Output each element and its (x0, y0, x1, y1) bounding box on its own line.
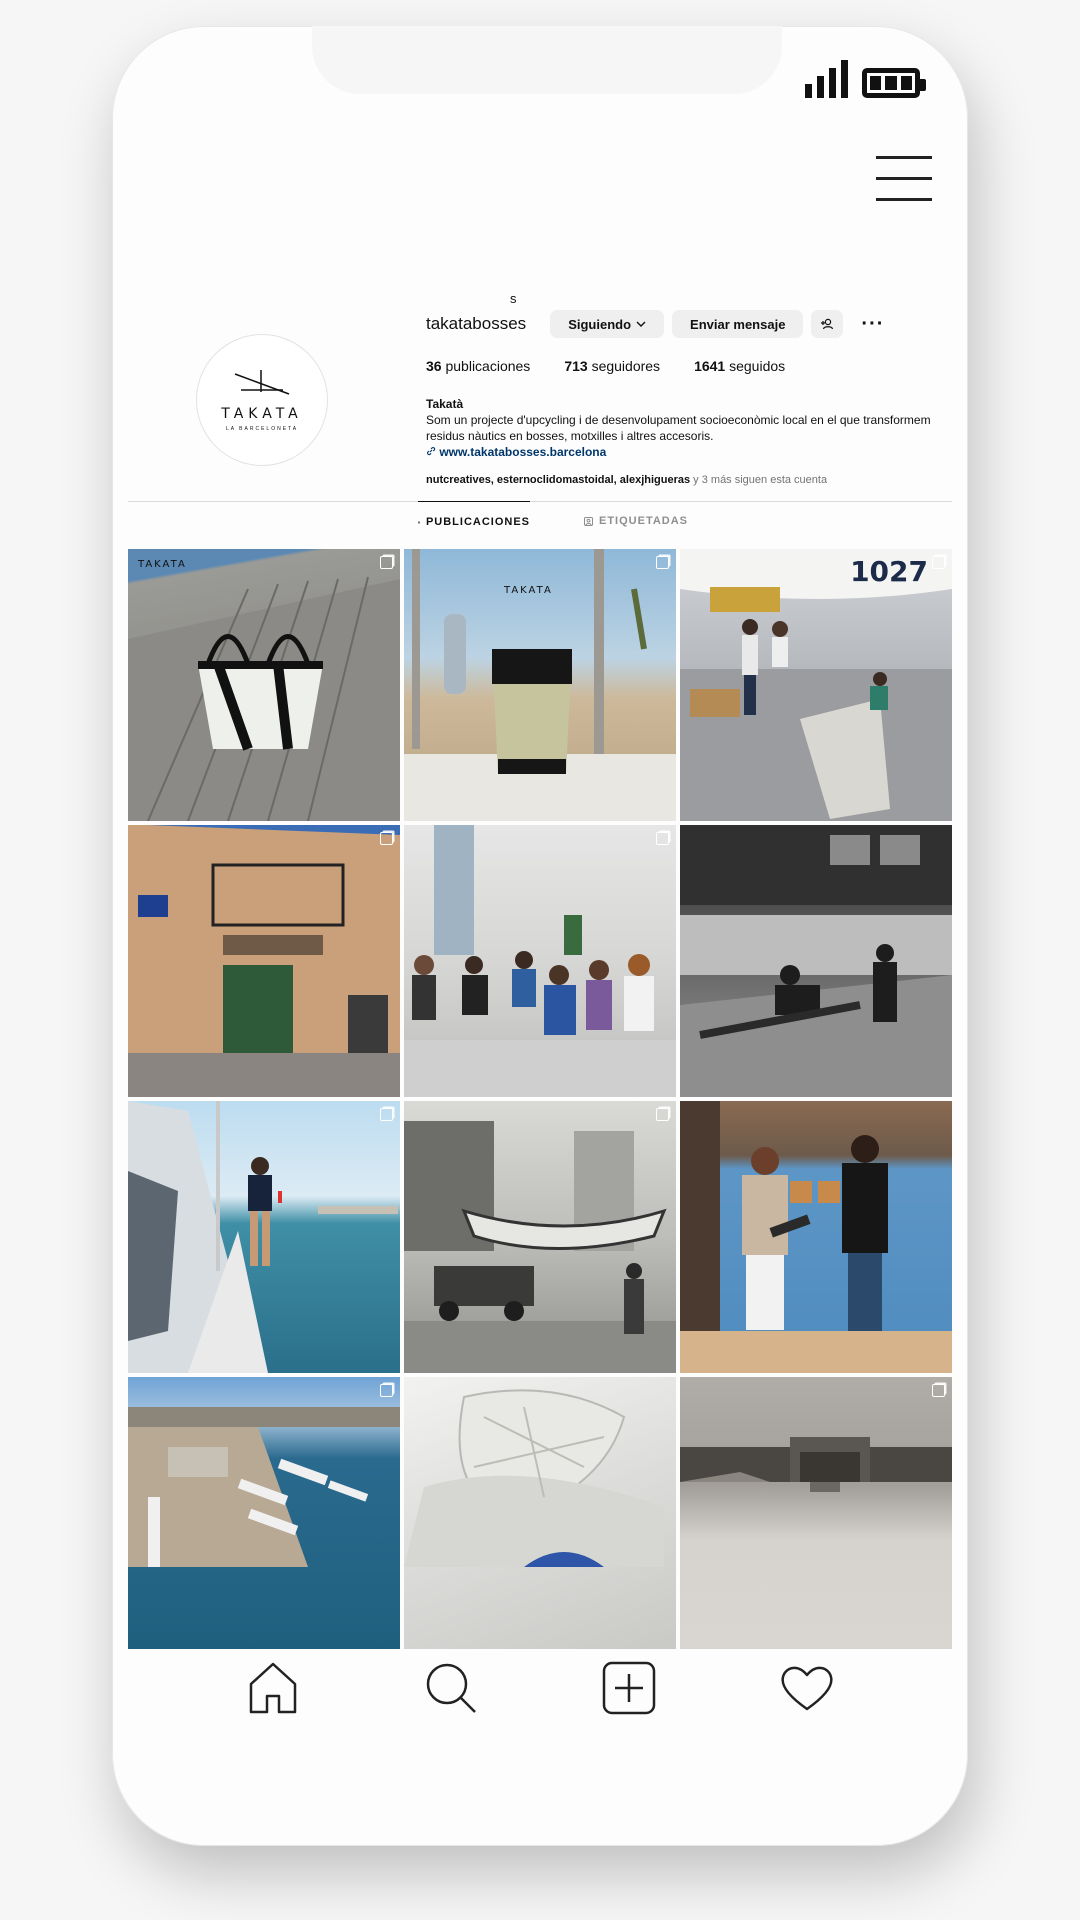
link-icon (427, 447, 436, 456)
multi-photo-icon (380, 832, 393, 845)
posts-grid: TAKATA TAKATA 1027 (128, 549, 952, 1649)
post-thumbnail[interactable] (128, 1101, 400, 1373)
add-post-icon (602, 1661, 656, 1715)
group-photo (404, 825, 676, 1097)
bottom-nav (112, 1658, 968, 1718)
exhibition-photo (680, 1101, 952, 1373)
tab-label: PUBLICACIONES (425, 516, 530, 528)
warehouse-photo (680, 1437, 952, 1492)
nav-add-post[interactable] (599, 1658, 659, 1718)
profile-actions-row: takatabosses Siguiendo Enviar mensaje ··… (426, 310, 966, 338)
post-thumbnail[interactable]: TAKATA (128, 549, 400, 821)
historic-workers-photo (680, 825, 952, 1097)
boat-deck-photo (128, 1101, 398, 1373)
bio-text: Som un projecte d'upcycling i de desenvo… (426, 413, 931, 443)
home-icon (249, 1662, 297, 1714)
following-count[interactable]: 1641 seguidos (694, 358, 785, 374)
post-thumbnail[interactable] (680, 1101, 952, 1373)
multi-photo-icon (380, 1108, 393, 1121)
suggest-users-button[interactable] (811, 310, 844, 338)
avatar[interactable]: TAKATA LA BARCELONETA (196, 334, 328, 466)
signal-icon (805, 56, 848, 98)
username: takatabosses (426, 314, 527, 333)
send-message-button[interactable]: Enviar mensaje (672, 310, 804, 338)
tab-publicaciones[interactable]: PUBLICACIONES (418, 501, 530, 542)
tab-etiquetadas[interactable]: ETIQUETADAS (584, 501, 688, 541)
post-overlay-logo: TAKATA (138, 559, 187, 570)
status-bar (805, 56, 926, 98)
bio-link[interactable]: www.takatabosses.barcelona (426, 444, 966, 460)
sail-workshop-photo (680, 549, 952, 821)
multi-photo-icon (380, 1384, 393, 1397)
bio-link-text: www.takatabosses.barcelona (439, 445, 607, 459)
followers-count[interactable]: 713 seguidores (564, 358, 660, 374)
post-thumbnail[interactable] (404, 1377, 676, 1649)
hamburger-menu-icon[interactable] (876, 156, 932, 219)
nav-activity[interactable] (777, 1658, 837, 1718)
profile-tabs: PUBLICACIONES ETIQUETADAS (128, 501, 952, 541)
multi-photo-icon (656, 556, 669, 569)
post-thumbnail[interactable] (128, 1377, 400, 1649)
phone-frame: TAKATA LA BARCELONETA s takatabosses Sig… (112, 26, 968, 1846)
post-thumbnail[interactable]: 1027 (680, 549, 952, 821)
takata-logo-icon (234, 370, 290, 395)
grid-icon (418, 521, 420, 523)
nav-home[interactable] (243, 1658, 303, 1718)
phone-notch (312, 26, 782, 94)
post-thumbnail[interactable] (404, 1101, 676, 1373)
multi-photo-icon (932, 556, 945, 569)
post-thumbnail[interactable] (680, 825, 952, 1097)
nav-search[interactable] (421, 1658, 481, 1718)
post-thumbnail[interactable] (128, 825, 400, 1097)
following-button[interactable]: Siguiendo (550, 310, 665, 338)
building-photo (128, 825, 400, 1097)
following-label: Siguiendo (568, 316, 632, 332)
tab-label: ETIQUETADAS (599, 515, 689, 527)
multi-photo-icon (380, 556, 393, 569)
post-thumbnail[interactable]: TAKATA (404, 549, 676, 821)
post-overlay-logo: TAKATA (504, 585, 553, 596)
multi-photo-icon (932, 1384, 945, 1397)
battery-icon (862, 68, 926, 98)
post-thumbnail[interactable] (404, 825, 676, 1097)
post-overlay-text: 1027 (850, 555, 928, 588)
heart-icon (781, 1666, 833, 1711)
posts-count[interactable]: 36 publicaciones (426, 358, 530, 374)
search-icon (426, 1663, 476, 1713)
tote-bag-photo (128, 576, 400, 821)
more-options-icon[interactable]: ··· (861, 313, 884, 336)
add-person-icon (821, 318, 834, 330)
followed-by-names: nutcreatives, esternoclidomastoidal, ale… (426, 474, 691, 486)
aerial-port-photo (128, 1407, 400, 1567)
followed-by-more: y 3 más siguen esta cuenta (693, 474, 828, 486)
bio: Takatà Som un projecte d'upcycling i de … (426, 396, 966, 460)
multi-photo-icon (656, 832, 669, 845)
multi-photo-icon (656, 1108, 669, 1121)
verified-mark: s (510, 291, 517, 306)
historic-street-photo (404, 1121, 676, 1373)
crumpled-sail-photo (404, 1389, 664, 1567)
post-thumbnail[interactable] (680, 1377, 952, 1649)
chevron-down-icon (636, 321, 646, 327)
followed-by[interactable]: nutcreatives, esternoclidomastoidal, ale… (426, 474, 966, 486)
bio-name: Takatà (426, 397, 464, 411)
avatar-wordmark: TAKATA (221, 406, 303, 422)
avatar-subtitle: LA BARCELONETA (225, 426, 299, 432)
profile-stats: 36 publicaciones 713 seguidores 1641 seg… (426, 358, 966, 374)
tag-icon (584, 516, 593, 526)
profile-info: s takatabosses Siguiendo Enviar mensaje … (426, 291, 966, 486)
